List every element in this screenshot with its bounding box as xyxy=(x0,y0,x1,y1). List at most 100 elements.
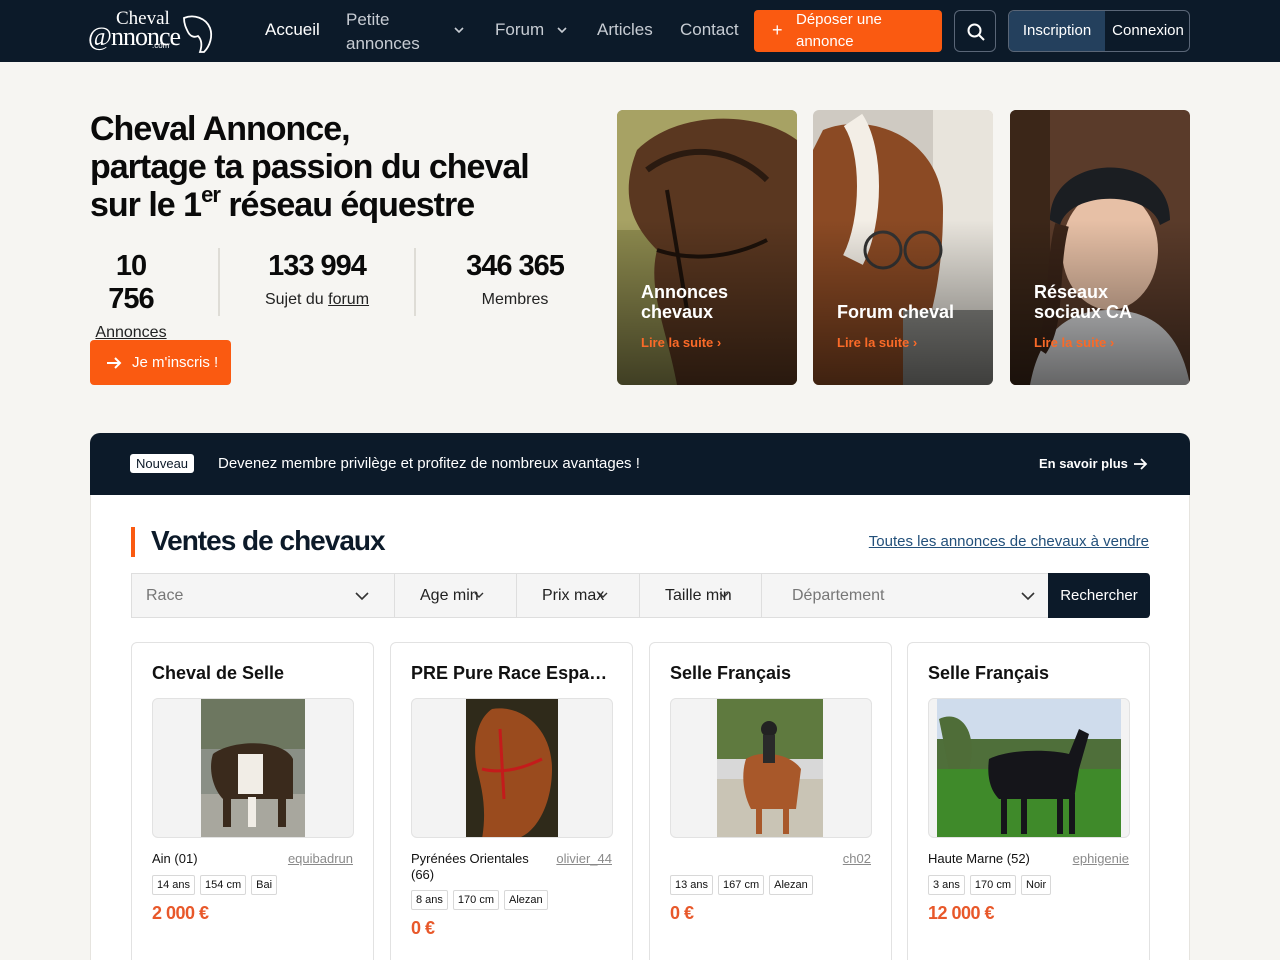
listing-photo[interactable] xyxy=(152,698,354,838)
stat-divider xyxy=(414,248,416,316)
listing-tags: 14 ans 154 cm Bai xyxy=(152,875,278,895)
stat-ads-link[interactable]: Annonces xyxy=(95,324,166,341)
signup-cta-button[interactable]: Je m'inscris ! xyxy=(90,340,231,385)
listing-card[interactable]: Selle Français Haute Marne (52) ephigeni… xyxy=(907,642,1150,960)
post-ad-button[interactable]: + Déposer une annonce xyxy=(754,10,942,52)
signup-button[interactable]: Inscription xyxy=(1009,11,1105,51)
read-more-link[interactable]: Lire la suite › xyxy=(1034,335,1114,350)
stat-value: 10 756 xyxy=(108,250,154,315)
arrow-right-icon xyxy=(1134,458,1148,470)
stat-label: Membres xyxy=(481,291,549,308)
stat-divider xyxy=(218,248,220,316)
department-select[interactable]: Département xyxy=(762,574,1048,617)
card-horse-forum[interactable]: Forum cheval Lire la suite › xyxy=(813,110,993,385)
height-min-select[interactable]: Taille min xyxy=(640,574,762,617)
listing-user-link[interactable]: olivier_44 xyxy=(556,851,612,866)
site-logo[interactable]: Cheval @nnonce .com xyxy=(88,8,216,54)
all-listings-link[interactable]: Toutes les annonces de chevaux à vendre xyxy=(869,533,1149,550)
tag-coat: Alezan xyxy=(769,875,813,895)
search-button[interactable] xyxy=(954,10,996,52)
listing-location: Pyrénées Orientales (66) xyxy=(411,851,529,882)
listing-price: 0 € xyxy=(411,918,435,938)
horse-head-logo-icon xyxy=(183,15,213,53)
listing-photo[interactable] xyxy=(928,698,1130,838)
tag-coat: Alezan xyxy=(504,890,548,910)
listing-tags: 13 ans 167 cm Alezan xyxy=(670,875,813,895)
stat-members: 346 365 Membres xyxy=(460,250,570,309)
login-button[interactable]: Connexion xyxy=(1105,11,1189,51)
search-icon xyxy=(967,23,985,41)
section-title: Ventes de chevaux xyxy=(151,525,386,556)
card-social-networks[interactable]: Réseaux sociaux CA Lire la suite › xyxy=(1010,110,1190,385)
chevron-down-icon[interactable] xyxy=(555,23,569,37)
learn-more-link[interactable]: En savoir plus xyxy=(1039,456,1148,471)
auth-buttons: Inscription Connexion xyxy=(1008,10,1190,52)
listing-tags: 8 ans 170 cm Alezan xyxy=(411,890,548,910)
tag-height: 154 cm xyxy=(200,875,247,895)
tag-height: 167 cm xyxy=(718,875,765,895)
membership-banner: Nouveau Devenez membre privilège et prof… xyxy=(90,433,1190,495)
listing-title[interactable]: Selle Français xyxy=(928,663,1133,684)
chevron-down-icon xyxy=(598,592,608,598)
age-min-select[interactable]: Age min xyxy=(395,574,517,617)
listing-title[interactable]: Selle Français xyxy=(670,663,875,684)
chevron-down-icon xyxy=(719,592,729,598)
listing-user-link[interactable]: ch02 xyxy=(843,851,871,866)
nav-link-home[interactable]: Accueil xyxy=(265,20,320,40)
new-badge: Nouveau xyxy=(130,454,195,473)
stat-ads: 10 756 Annonces xyxy=(90,250,172,342)
stat-value: 346 365 xyxy=(466,250,565,282)
plus-icon: + xyxy=(772,20,783,40)
nav-link-forum[interactable]: Forum xyxy=(495,20,544,40)
tag-coat: Bai xyxy=(251,875,278,895)
listing-user-link[interactable]: equibadrun xyxy=(288,851,353,866)
section-accent-bar xyxy=(131,527,135,557)
chevron-down-icon xyxy=(355,592,369,601)
listing-tags: 3 ans 170 cm Noir xyxy=(928,875,1052,895)
pony-photo xyxy=(201,699,305,837)
stat-forum-link[interactable]: forum xyxy=(328,291,369,308)
listing-photo[interactable] xyxy=(411,698,613,838)
card-title: Forum cheval xyxy=(837,302,955,322)
search-submit-button[interactable]: Rechercher xyxy=(1048,573,1150,618)
listing-card[interactable]: Selle Français ch02 13 ans 167 cm Alezan… xyxy=(649,642,892,960)
logo-text-domain: .com xyxy=(152,41,170,50)
arrow-right-icon xyxy=(107,357,122,369)
listing-price: 12 000 € xyxy=(928,903,995,923)
nav-link-classifieds[interactable]: Petite annonces xyxy=(346,8,446,56)
tag-age: 13 ans xyxy=(670,875,714,895)
stat-value: 133 994 xyxy=(268,250,367,282)
listing-photo[interactable] xyxy=(670,698,872,838)
read-more-link[interactable]: Lire la suite › xyxy=(837,335,917,350)
listing-price: 2 000 € xyxy=(152,903,209,923)
race-select[interactable]: Race xyxy=(132,574,395,617)
tag-coat: Noir xyxy=(1021,875,1052,895)
stat-forum: 133 994 Sujet du forum xyxy=(258,250,376,309)
horse-sales-section: Ventes de chevaux Toutes les annonces de… xyxy=(90,495,1190,960)
card-title: Réseaux sociaux CA xyxy=(1034,282,1133,322)
tag-age: 3 ans xyxy=(928,875,965,895)
chevron-down-icon xyxy=(474,592,484,598)
banner-text: Devenez membre privilège et profitez de … xyxy=(218,455,640,472)
black-horse-photo xyxy=(937,699,1121,837)
chevron-down-icon[interactable] xyxy=(452,23,466,37)
nav-link-articles[interactable]: Articles xyxy=(597,20,653,40)
listing-location: Ain (01) xyxy=(152,851,198,866)
card-horse-ads[interactable]: Annonces chevaux Lire la suite › xyxy=(617,110,797,385)
card-title: Annonces chevaux xyxy=(641,282,729,322)
post-ad-label: Déposer une annonce xyxy=(796,11,882,50)
bay-horse-photo xyxy=(466,699,558,837)
hero-title: Cheval Annonce, partage ta passion du ch… xyxy=(90,110,530,224)
tag-height: 170 cm xyxy=(452,890,499,910)
listing-card[interactable]: PRE Pure Race Espagnole Pyrénées Orienta… xyxy=(390,642,633,960)
top-navbar: Cheval @nnonce .com Accueil Petite annon… xyxy=(0,0,1280,62)
listing-price: 0 € xyxy=(670,903,694,923)
nav-link-contact[interactable]: Contact xyxy=(680,20,739,40)
price-max-select[interactable]: Prix max xyxy=(517,574,640,617)
listing-title[interactable]: PRE Pure Race Espagnole xyxy=(411,663,616,684)
listing-card[interactable]: Cheval de Selle Ain (01) equibadrun 14 a… xyxy=(131,642,374,960)
listing-title[interactable]: Cheval de Selle xyxy=(152,663,357,684)
read-more-link[interactable]: Lire la suite › xyxy=(641,335,721,350)
tag-height: 170 cm xyxy=(969,875,1016,895)
listing-user-link[interactable]: ephigenie xyxy=(1073,851,1129,866)
